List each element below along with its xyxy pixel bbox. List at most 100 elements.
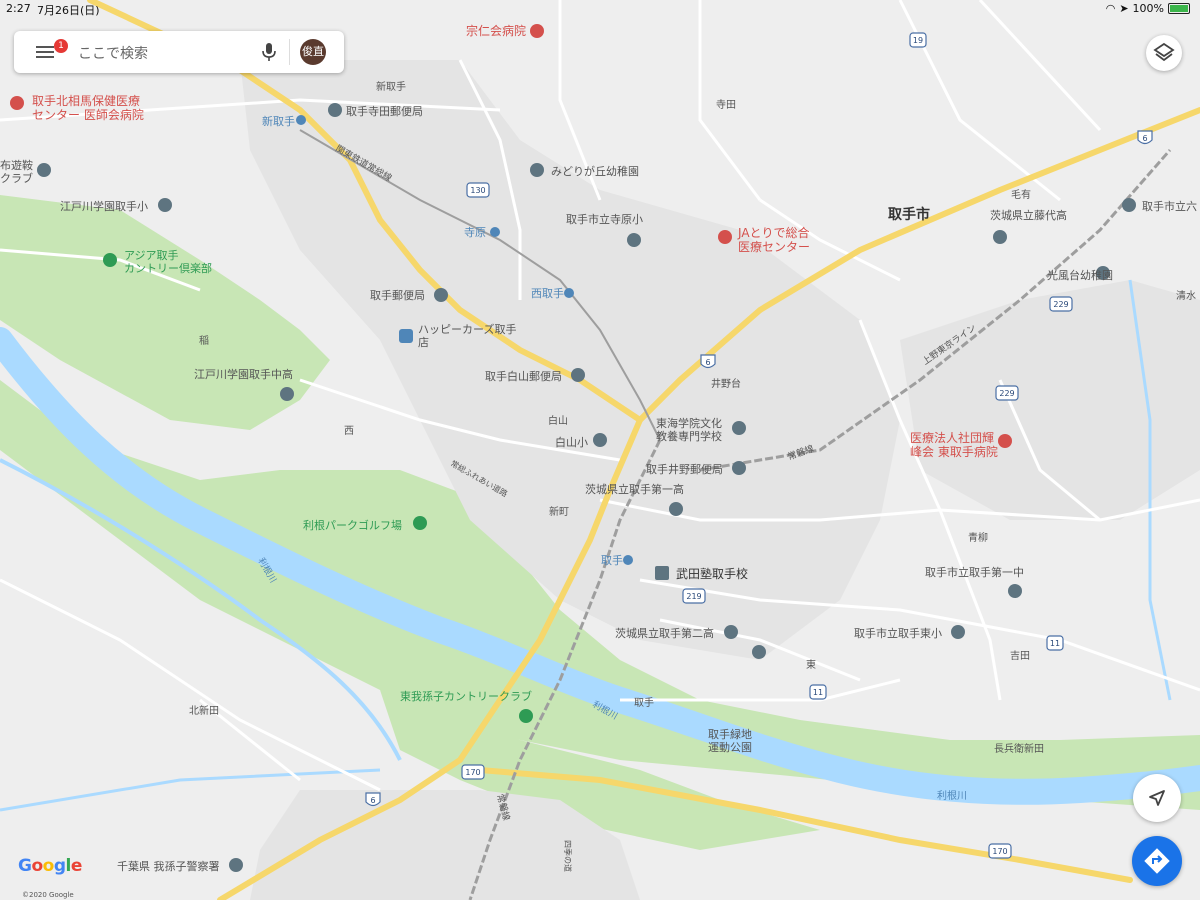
label-asia-cc2: カントリー倶楽部	[124, 261, 212, 275]
school-pin[interactable]	[993, 230, 1007, 244]
copyright-text: ©2020 Google	[22, 891, 74, 899]
hospital-pin[interactable]	[530, 24, 544, 38]
directions-button[interactable]	[1132, 836, 1182, 886]
school-pin[interactable]	[593, 433, 607, 447]
route-shield-label: 229	[1053, 300, 1068, 309]
label-shikoku: 四季の道	[563, 840, 573, 872]
label-shintoride-station: 新取手	[262, 114, 295, 128]
school-pin[interactable]	[1122, 198, 1136, 212]
label-toride-area: 取手	[634, 696, 654, 709]
route-shield: 170	[461, 764, 485, 780]
label-shirayama-post: 取手白山郵便局	[485, 369, 562, 383]
school-pin[interactable]	[280, 387, 294, 401]
label-shinmachi: 新町	[549, 505, 569, 518]
post-office-pin[interactable]	[732, 461, 746, 475]
hospital-pin[interactable]	[998, 434, 1012, 448]
map-canvas[interactable]: 666191302292292191111170170 宗仁会病院 取手北相馬保…	[0, 0, 1200, 900]
school-pin[interactable]	[530, 163, 544, 177]
label-hs1: 茨城県立取手第一高	[585, 482, 684, 496]
golf-pin[interactable]	[103, 253, 117, 267]
label-terahara-station: 寺原	[464, 226, 486, 239]
route-shield-label: 6	[705, 358, 710, 367]
station-pin[interactable]	[296, 115, 306, 125]
avatar[interactable]: 俊直	[300, 39, 326, 65]
label-abiko-cc: 東我孫子カントリークラブ	[400, 689, 532, 703]
route-shield-label: 11	[1050, 639, 1060, 648]
school-pin[interactable]	[724, 625, 738, 639]
label-takeda: 武田塾取手校	[676, 566, 748, 581]
route-shield-label: 11	[813, 688, 823, 697]
directions-icon	[1144, 848, 1170, 874]
route-shield-label: 19	[913, 36, 923, 45]
label-kitasoma: 取手北相馬保健医療	[32, 94, 140, 108]
school-pin[interactable]	[732, 421, 746, 435]
school-pin[interactable]	[158, 198, 172, 212]
school-pin[interactable]	[655, 566, 669, 580]
status-time: 2:27	[6, 2, 31, 15]
label-tokai2: 教養専門学校	[656, 429, 722, 443]
label-nishi: 西	[344, 426, 354, 437]
label-terahara-elem: 取手市立寺原小	[566, 212, 643, 226]
label-happy2: 店	[418, 335, 429, 349]
label-tonegawa-3: 利根川	[937, 789, 967, 802]
post-office-pin[interactable]	[434, 288, 448, 302]
navigation-arrow-icon	[1149, 790, 1165, 806]
label-hs2: 茨城県立取手第二高	[615, 626, 714, 640]
label-higashi: 東	[806, 658, 816, 671]
school-pin[interactable]	[1008, 584, 1022, 598]
label-moari: 毛有	[1011, 188, 1031, 201]
shop-pin[interactable]	[399, 329, 413, 343]
route-shield: 6	[365, 792, 381, 807]
label-nagahyoe: 長兵衛新田	[994, 742, 1044, 755]
label-toride-city: 取手市	[888, 206, 930, 223]
school-pin[interactable]	[951, 625, 965, 639]
post-office-pin[interactable]	[571, 368, 585, 382]
label-jh1: 取手市立取手第一中	[925, 565, 1024, 579]
label-club2: クラブ	[0, 171, 33, 185]
label-ja-hospital: JAとりで総合	[737, 225, 810, 240]
label-kitasoma2: センター 医師会病院	[32, 107, 144, 122]
station-pin[interactable]	[623, 555, 633, 565]
hospital-pin[interactable]	[718, 230, 732, 244]
status-bar: 2:27 7月26日(日) ◠ ➤ 100%	[0, 0, 1200, 18]
menu-icon[interactable]	[36, 43, 54, 61]
post-office-pin[interactable]	[328, 103, 342, 117]
mic-icon[interactable]	[260, 42, 278, 62]
school-pin[interactable]	[752, 645, 766, 659]
google-logo: Google	[18, 856, 82, 876]
wifi-icon: ◠	[1105, 2, 1116, 15]
label-roku: 取手市立六	[1142, 199, 1197, 213]
label-hospital-east2: 峰会 東取手病院	[910, 444, 998, 459]
club-pin[interactable]	[37, 163, 51, 177]
hospital-pin[interactable]	[10, 96, 24, 110]
police-pin[interactable]	[229, 858, 243, 872]
school-pin[interactable]	[669, 502, 683, 516]
route-shield: 11	[809, 684, 827, 700]
route-shield: 229	[995, 385, 1019, 401]
label-nishitoride-station: 西取手	[531, 286, 564, 300]
station-pin[interactable]	[564, 288, 574, 298]
label-shintoride-area: 新取手	[376, 80, 406, 93]
route-shield: 19	[909, 32, 927, 48]
school-pin[interactable]	[627, 233, 641, 247]
route-shield-label: 6	[370, 796, 375, 805]
label-terada-post: 取手寺田郵便局	[346, 104, 423, 118]
station-pin[interactable]	[490, 227, 500, 237]
label-park-golf: 利根パークゴルフ場	[303, 518, 402, 532]
label-kitashinden: 北新田	[189, 704, 219, 717]
label-idodai: 井野台	[711, 377, 741, 390]
battery-icon	[1168, 3, 1190, 14]
route-shield-label: 170	[992, 847, 1007, 856]
label-hospital-east: 医療法人社団輝	[910, 430, 994, 445]
search-bar[interactable]: 1 ここで検索 俊直	[14, 31, 344, 73]
label-higashi-elem: 取手市立取手東小	[854, 626, 942, 640]
search-input[interactable]: ここで検索	[78, 43, 148, 63]
label-fujishiro-hs: 茨城県立藤代高	[990, 208, 1067, 222]
my-location-button[interactable]	[1133, 774, 1181, 822]
layers-button[interactable]	[1146, 35, 1182, 71]
route-shield: 229	[1049, 296, 1073, 312]
label-inagi: 稲	[199, 335, 209, 347]
golf-pin[interactable]	[413, 516, 427, 530]
golf-pin[interactable]	[519, 709, 533, 723]
label-koufudai: 光風台幼稚園	[1047, 268, 1113, 282]
